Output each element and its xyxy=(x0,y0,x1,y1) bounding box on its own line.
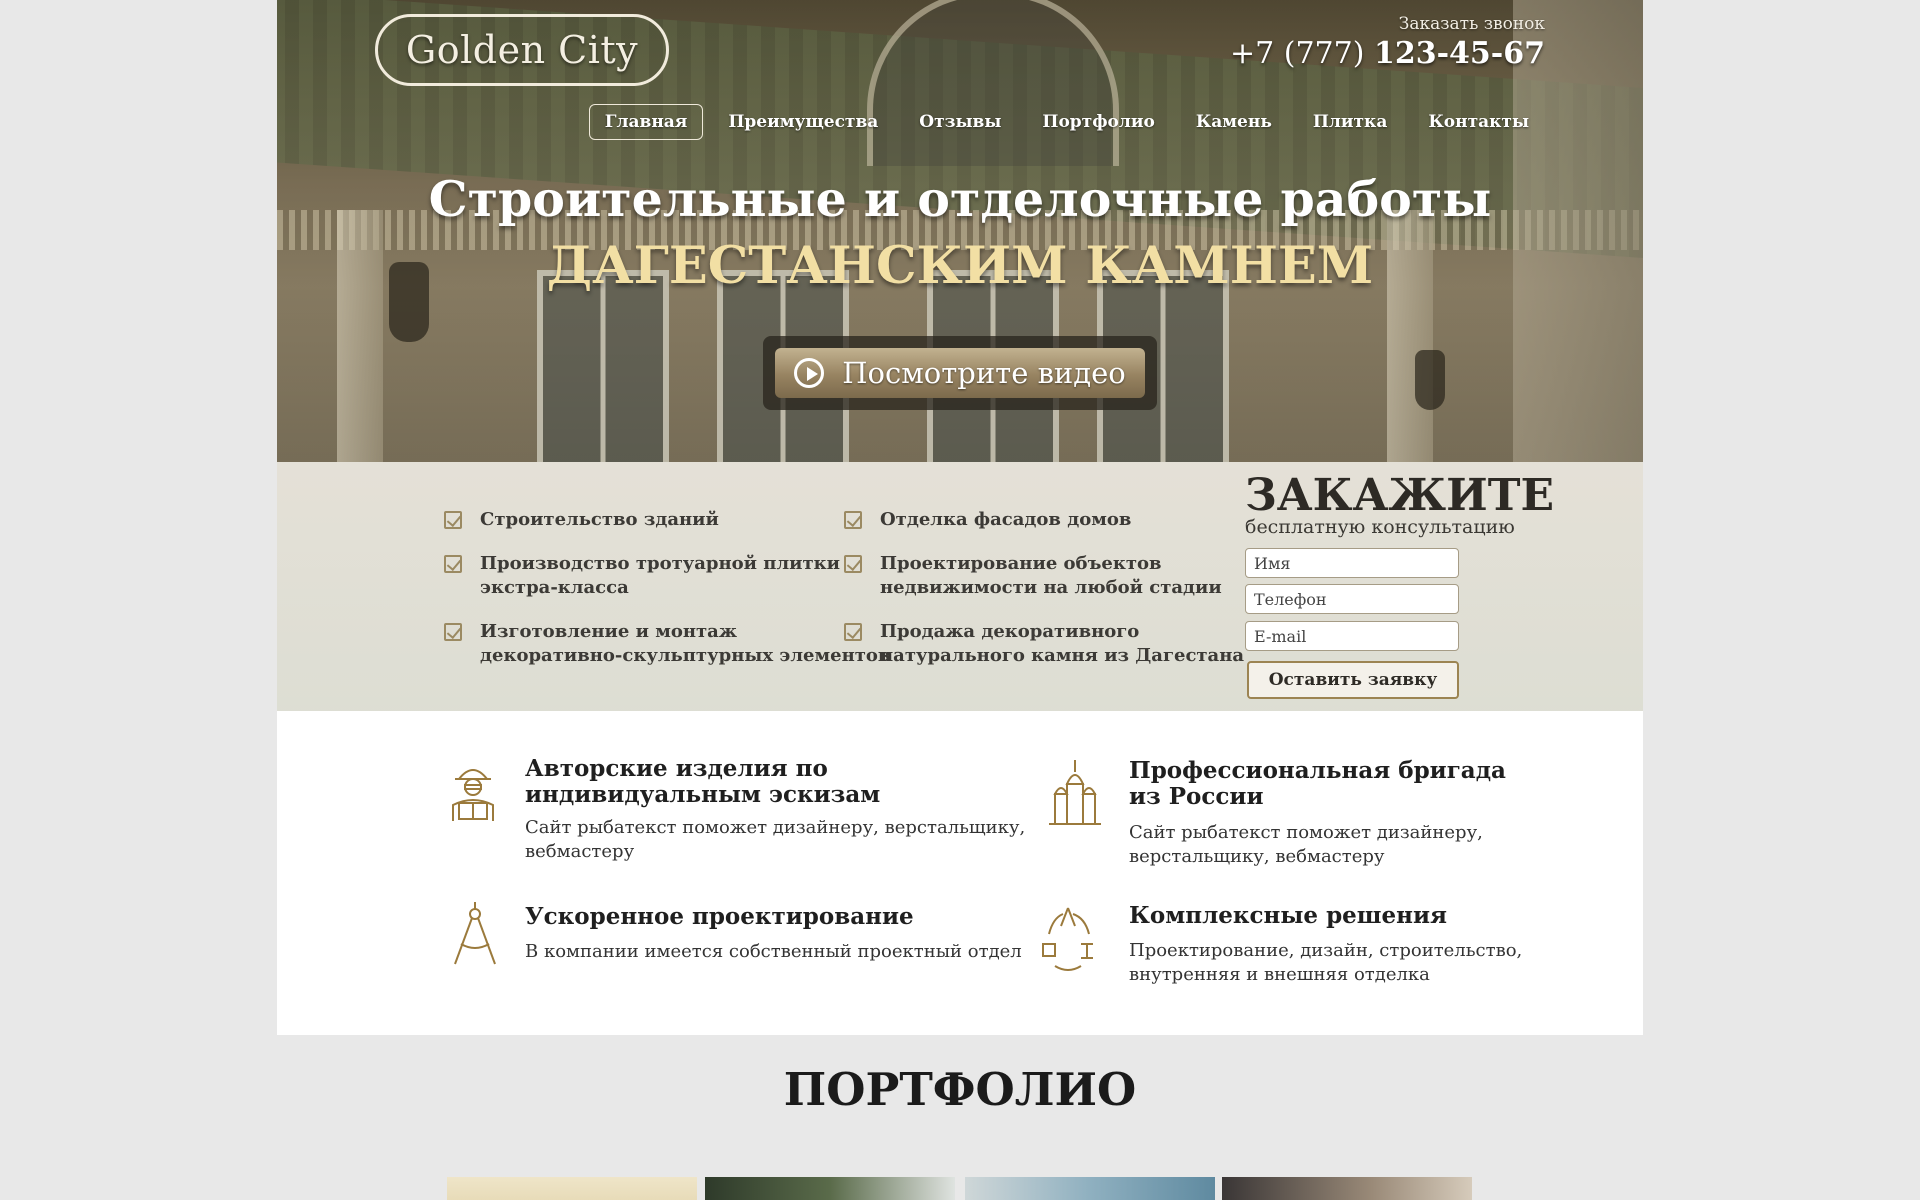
watch-video-label: Посмотрите видео xyxy=(842,356,1126,390)
hero-background-arch-window xyxy=(867,0,1119,166)
portfolio-thumbnail[interactable] xyxy=(447,1177,697,1200)
order-form-subtitle: бесплатную консультацию xyxy=(1245,516,1515,538)
service-label: Изготовление и монтаж декоративно-скульпт… xyxy=(480,621,891,666)
portfolio-thumbnail[interactable] xyxy=(705,1177,955,1200)
hero-background-window xyxy=(537,270,669,462)
engineer-icon xyxy=(452,769,494,821)
portfolio-section: ПОРТФОЛИО xyxy=(277,1035,1643,1200)
service-item: Отделка фасадов домов xyxy=(844,508,1131,532)
compass-icon xyxy=(454,902,496,965)
checkbox-icon xyxy=(444,555,462,573)
checkbox-icon xyxy=(844,555,862,573)
page: Golden City Заказать звонок +7 (777) 123… xyxy=(277,0,1643,1200)
service-item: Проектирование объектов недвижимости на л… xyxy=(844,552,1222,600)
feature-text: Сайт рыбатекст поможет дизайнеру, верста… xyxy=(525,817,1026,862)
nav-item-contacts[interactable]: Контакты xyxy=(1412,104,1545,140)
service-label: Проектирование объектов недвижимости на л… xyxy=(880,553,1222,598)
portfolio-thumbnail[interactable] xyxy=(1222,1177,1472,1200)
feature-title: Комплексные решения xyxy=(1129,902,1448,929)
call-request-link[interactable]: Заказать звонок xyxy=(1399,14,1545,34)
watch-video-button[interactable]: Посмотрите видео xyxy=(775,348,1145,398)
play-icon xyxy=(794,358,825,388)
hero-background-lamp xyxy=(1415,350,1445,410)
feature-title: Авторские изделия по индивидуальным эскиз… xyxy=(525,755,881,808)
feature-text: Проектирование, дизайн, строительство, вн… xyxy=(1129,940,1523,985)
logo[interactable]: Golden City xyxy=(375,14,669,86)
feature-text: Сайт рыбатекст поможет дизайнеру, верстал… xyxy=(1129,822,1483,867)
phone-code: +7 (777) xyxy=(1229,36,1365,71)
feature-title: Профессиональная бригада из России xyxy=(1129,757,1506,810)
service-item: Строительство зданий xyxy=(444,508,719,532)
main-nav: Главная Преимущества Отзывы Портфолио Ка… xyxy=(580,104,1545,140)
cathedral-icon xyxy=(1049,760,1101,825)
service-item: Производство тротуарной плитки экстра-кла… xyxy=(444,552,840,600)
phone-digits: 123-45-67 xyxy=(1373,36,1545,71)
service-label: Отделка фасадов домов xyxy=(880,509,1132,530)
name-field[interactable] xyxy=(1245,548,1459,578)
feature-title: Ускоренное проектирование xyxy=(525,903,914,930)
email-field[interactable] xyxy=(1245,621,1459,651)
order-form-title: ЗАКАЖИТЕ xyxy=(1245,470,1555,521)
feature-text: В компании имеется собственный проектный… xyxy=(525,941,1022,962)
phone-number[interactable]: +7 (777) 123-45-67 xyxy=(1230,36,1545,71)
nav-item-portfolio[interactable]: Портфолио xyxy=(1026,104,1170,140)
cycle-icon xyxy=(1042,907,1093,971)
portfolio-thumbnail[interactable] xyxy=(965,1177,1215,1200)
service-label: Производство тротуарной плитки экстра-кла… xyxy=(480,553,841,598)
nav-item-home[interactable]: Главная xyxy=(588,104,704,140)
nav-item-reviews[interactable]: Отзывы xyxy=(903,104,1017,140)
hero-subtitle: ДАГЕСТАНСКИМ КАМНЕМ xyxy=(546,236,1374,296)
nav-item-stone[interactable]: Камень xyxy=(1180,104,1288,140)
service-item: Изготовление и монтаж декоративно-скульпт… xyxy=(444,620,890,668)
checkbox-icon xyxy=(844,623,862,641)
hero-title: Строительные и отделочные работы xyxy=(428,170,1492,228)
checkbox-icon xyxy=(444,511,462,529)
submit-request-button[interactable]: Оставить заявку xyxy=(1247,661,1459,699)
portfolio-title: ПОРТФОЛИО xyxy=(783,1063,1137,1116)
service-label: Строительство зданий xyxy=(480,509,719,530)
nav-item-tile[interactable]: Плитка xyxy=(1297,104,1403,140)
video-button-frame: Посмотрите видео xyxy=(763,336,1157,410)
phone-field[interactable] xyxy=(1245,584,1459,614)
service-item: Продажа декоративного натурального камня … xyxy=(844,620,1244,668)
nav-item-advantages[interactable]: Преимущества xyxy=(712,104,894,140)
hero-section: Golden City Заказать звонок +7 (777) 123… xyxy=(277,0,1643,462)
checkbox-icon xyxy=(844,511,862,529)
service-label: Продажа декоративного натурального камня … xyxy=(880,621,1245,666)
checkbox-icon xyxy=(444,623,462,641)
